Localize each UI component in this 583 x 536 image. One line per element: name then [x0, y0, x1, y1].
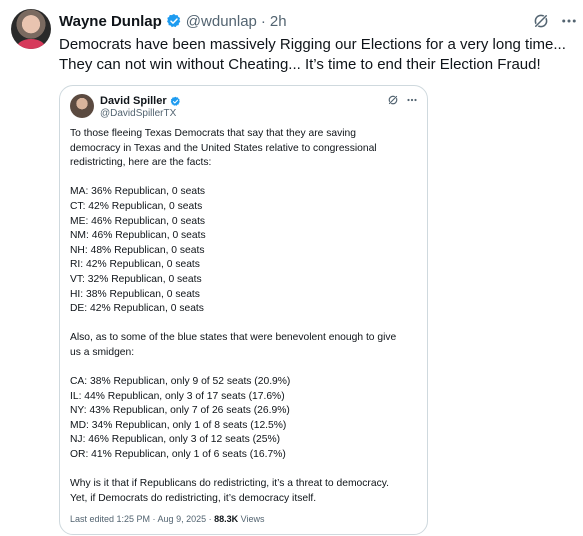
- state-stat-line: OR: 41% Republican, only 1 of 6 seats (1…: [70, 449, 286, 461]
- edited-timestamp[interactable]: Last edited 1:25 PM · Aug 9, 2025 ·: [70, 514, 212, 524]
- quoted-author-avatar[interactable]: [70, 94, 94, 118]
- grok-icon[interactable]: [532, 12, 550, 30]
- state-stat-line: NJ: 46% Republican, only 3 of 12 seats (…: [70, 434, 281, 446]
- state-stat-line: MA: 36% Republican, 0 seats: [70, 186, 206, 198]
- quoted-author-name-row: David Spiller: [100, 95, 181, 107]
- quoted-author-handle[interactable]: @DavidSpillerTX: [100, 108, 176, 119]
- more-options-icon[interactable]: [406, 94, 418, 106]
- quote-line: Also, as to some of the blue states that…: [70, 332, 397, 344]
- post-text: Democrats have been massively Rigging ou…: [59, 35, 579, 75]
- grok-icon[interactable]: [387, 94, 399, 106]
- post-text-line: They can not win without Cheating... It’…: [59, 56, 541, 73]
- more-options-icon[interactable]: [560, 12, 578, 30]
- author-avatar[interactable]: [11, 9, 51, 49]
- state-stat-line: NM: 46% Republican, 0 seats: [70, 230, 206, 242]
- state-stat-line: CT: 42% Republican, 0 seats: [70, 200, 203, 212]
- state-stat-line: MD: 34% Republican, only 1 of 8 seats (1…: [70, 419, 287, 431]
- author-name[interactable]: Wayne Dunlap: [59, 13, 162, 30]
- quote-line: us a smidgen:: [70, 346, 135, 358]
- verified-badge-icon: [170, 96, 180, 106]
- state-stat-line: NY: 43% Republican, only 7 of 26 seats (…: [70, 405, 290, 417]
- post-header: Wayne Dunlap @wdunlap · 2h: [59, 11, 287, 31]
- state-stat-line: HI: 38% Republican, 0 seats: [70, 288, 200, 300]
- quote-line: Why is it that if Republicans do redistr…: [70, 478, 389, 490]
- views-label: Views: [240, 514, 265, 524]
- post-time[interactable]: 2h: [270, 13, 287, 30]
- author-handle[interactable]: @wdunlap: [186, 13, 257, 30]
- verified-badge-icon: [166, 14, 181, 28]
- state-stat-line: NH: 48% Republican, 0 seats: [70, 244, 205, 256]
- state-stat-line: DE: 42% Republican, 0 seats: [70, 303, 204, 315]
- views-count: 88.3K: [214, 514, 239, 524]
- post-text-line: Democrats have been massively Rigging ou…: [59, 36, 566, 53]
- state-stat-line: RI: 42% Republican, 0 seats: [70, 259, 200, 271]
- separator-dot: ·: [260, 12, 266, 30]
- quoted-post-footer: Last edited 1:25 PM · Aug 9, 2025 · 88.3…: [70, 514, 265, 524]
- quoted-post-text: To those fleeing Texas Democrats that sa…: [70, 127, 420, 506]
- quote-line: To those fleeing Texas Democrats that sa…: [70, 128, 356, 139]
- state-stat-line: IL: 44% Republican, only 3 of 17 seats (…: [70, 390, 285, 402]
- state-stat-line: ME: 46% Republican, 0 seats: [70, 215, 206, 227]
- quoted-author-name[interactable]: David Spiller: [100, 95, 167, 107]
- quote-line: Yet, if Democrats do redistricting, it’s…: [70, 492, 317, 504]
- state-stat-line: CA: 38% Republican, only 9 of 52 seats (…: [70, 376, 291, 388]
- state-stat-line: VT: 32% Republican, 0 seats: [70, 273, 202, 285]
- quoted-post-card[interactable]: David Spiller @DavidSpillerTX To those f…: [59, 85, 428, 535]
- quote-line: democracy in Texas and the United States…: [70, 142, 377, 154]
- quote-line: redistricting, here are the facts:: [70, 157, 212, 169]
